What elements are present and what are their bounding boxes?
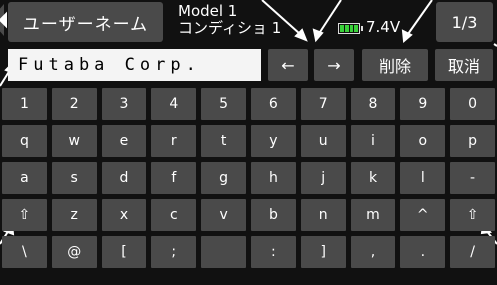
key-w[interactable]: w <box>51 125 97 157</box>
page-title: ユーザーネーム <box>22 14 149 35</box>
key-x[interactable]: x <box>101 199 147 231</box>
keyboard: 1 2 3 4 5 6 7 8 9 0 q w e r t y u i o p … <box>0 88 497 268</box>
key-0[interactable]: 0 <box>450 88 495 120</box>
key-1[interactable]: 1 <box>2 88 47 120</box>
arrow-right-icon: → <box>327 55 341 75</box>
key-l[interactable]: l <box>400 162 446 194</box>
battery-icon <box>338 23 363 34</box>
key-b[interactable]: b <box>250 199 296 231</box>
key-z[interactable]: z <box>51 199 97 231</box>
page-indicator-button[interactable]: 1/3 <box>436 2 493 42</box>
cancel-label: 取消 <box>447 57 480 76</box>
key-t[interactable]: t <box>201 125 246 157</box>
key-f[interactable]: f <box>151 162 197 194</box>
callout-line-3 <box>407 0 433 35</box>
cancel-button[interactable]: 取消 <box>435 49 493 81</box>
callout-arrowhead-2 <box>312 28 324 43</box>
key-6[interactable]: 6 <box>250 88 296 120</box>
key-m[interactable]: m <box>350 199 396 231</box>
key-at[interactable]: @ <box>51 236 97 268</box>
key-backslash[interactable]: \ <box>2 236 47 268</box>
delete-label: 削除 <box>378 57 411 76</box>
key-a[interactable]: a <box>2 162 47 194</box>
key-2[interactable]: 2 <box>51 88 97 120</box>
key-9[interactable]: 9 <box>400 88 446 120</box>
callout-arrowhead-1 <box>294 28 308 42</box>
shift-key-right[interactable]: ⇧ <box>450 199 495 231</box>
key-h[interactable]: h <box>250 162 296 194</box>
key-s[interactable]: s <box>51 162 97 194</box>
key-c[interactable]: c <box>151 199 197 231</box>
key-colon[interactable]: : <box>250 236 296 268</box>
key-j[interactable]: j <box>300 162 346 194</box>
key-3[interactable]: 3 <box>101 88 147 120</box>
key-open-bracket[interactable]: [ <box>101 236 147 268</box>
key-k[interactable]: k <box>350 162 396 194</box>
key-close-bracket[interactable]: ] <box>300 236 346 268</box>
key-q[interactable]: q <box>2 125 47 157</box>
cursor-left-button[interactable]: ← <box>268 49 308 81</box>
callout-arrowhead-3 <box>401 29 413 44</box>
key-r[interactable]: r <box>151 125 197 157</box>
key-8[interactable]: 8 <box>350 88 396 120</box>
key-5[interactable]: 5 <box>201 88 246 120</box>
back-arrow-icon[interactable] <box>0 4 4 36</box>
key-i[interactable]: i <box>350 125 396 157</box>
key-4[interactable]: 4 <box>151 88 197 120</box>
key-slash[interactable]: / <box>450 236 495 268</box>
cursor-right-button[interactable]: → <box>314 49 354 81</box>
key-y[interactable]: y <box>250 125 296 157</box>
delete-button[interactable]: 削除 <box>362 49 428 81</box>
key-period[interactable]: . <box>400 236 446 268</box>
condition-label: コンディショ 1 <box>178 19 282 37</box>
key-u[interactable]: u <box>300 125 346 157</box>
key-d[interactable]: d <box>101 162 147 194</box>
model-name: Model 1 <box>178 2 238 20</box>
key-o[interactable]: o <box>400 125 446 157</box>
model-info: Model 1 コンディショ 1 <box>178 3 281 37</box>
key-g[interactable]: g <box>201 162 246 194</box>
key-p[interactable]: p <box>450 125 495 157</box>
key-e[interactable]: e <box>101 125 147 157</box>
key-7[interactable]: 7 <box>300 88 346 120</box>
key-semicolon[interactable]: ; <box>151 236 197 268</box>
key-caret[interactable]: ^ <box>400 199 446 231</box>
title-button[interactable]: ユーザーネーム <box>8 2 163 42</box>
key-space[interactable] <box>201 236 246 268</box>
voltage-readout: 7.4V <box>366 18 401 36</box>
page-indicator: 1/3 <box>451 12 478 32</box>
key-v[interactable]: v <box>201 199 246 231</box>
shift-key-left[interactable]: ⇧ <box>2 199 47 231</box>
key-comma[interactable]: , <box>350 236 396 268</box>
user-name-input[interactable] <box>8 49 261 81</box>
arrow-left-icon: ← <box>281 55 295 75</box>
key-n[interactable]: n <box>300 199 346 231</box>
key-hyphen[interactable]: - <box>450 162 495 194</box>
